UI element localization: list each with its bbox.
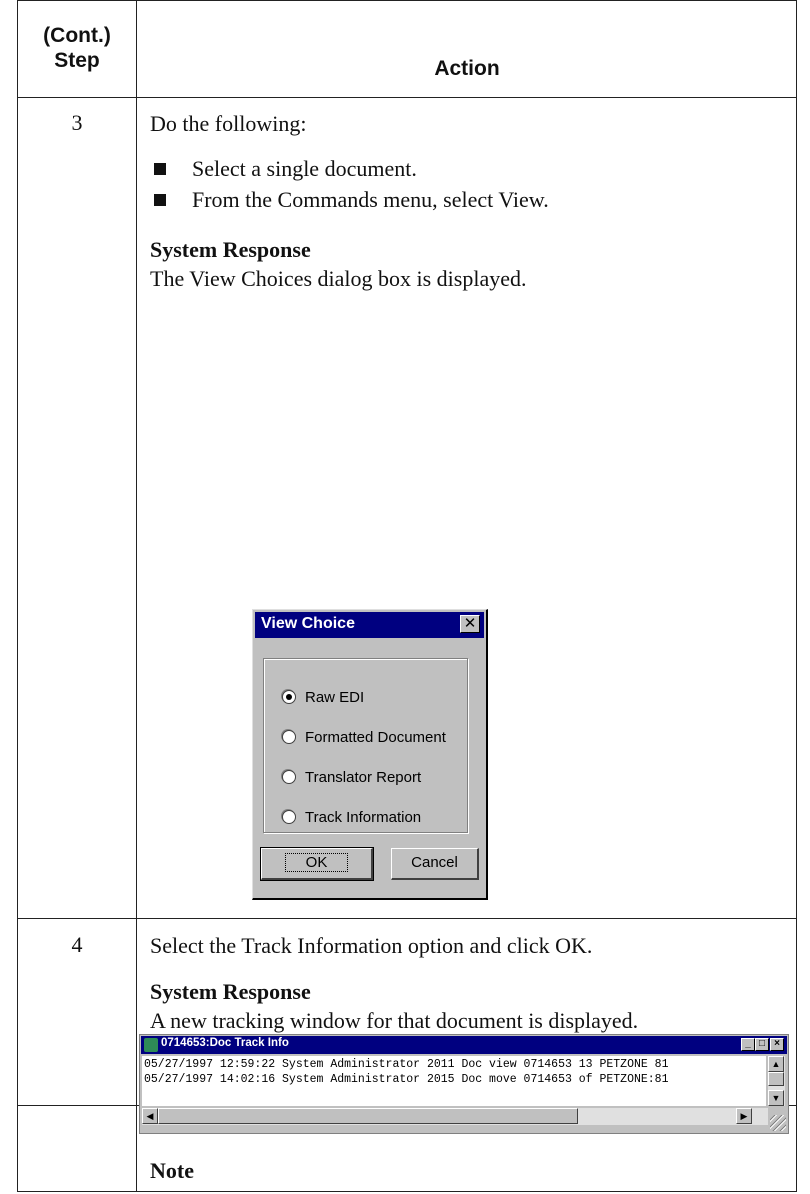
action-header: Action [434,57,500,80]
vertical-scrollbar[interactable]: ▲ ▼ [768,1056,785,1106]
radio-icon[interactable] [282,730,296,744]
bullet-icon [154,163,166,175]
system-response-label: System Response [150,237,311,262]
radio-selected-icon[interactable] [282,690,296,704]
system-response-label: System Response [150,979,311,1004]
scroll-thumb[interactable] [158,1108,578,1124]
scroll-up-icon[interactable]: ▲ [768,1056,784,1072]
radio-formatted-document[interactable]: Formatted Document [282,729,446,746]
bullet-icon [154,194,166,206]
track-info-window: 0714653:Doc Track Info _ □ × 05/27/1997 … [139,1034,789,1134]
step-intro: Select the Track Information option and … [150,933,593,958]
scroll-thumb[interactable] [768,1072,784,1086]
maximize-icon[interactable]: □ [755,1038,769,1051]
track-log: 05/27/1997 12:59:22 System Administrator… [142,1056,766,1106]
system-response-text: A new tracking window for that document … [150,1008,639,1033]
bullet-item: Select a single document. [192,156,417,181]
minimize-icon[interactable]: _ [741,1038,755,1051]
procedure-table: (Cont.) Step Action 3 Do the following: … [17,0,797,1192]
window-title: 0714653:Doc Track Info [161,1037,289,1049]
window-title-bar[interactable]: 0714653:Doc Track Info _ □ × [141,1036,787,1054]
row-divider [18,97,796,98]
close-icon[interactable]: ✕ [460,615,480,633]
step-number: 3 [71,110,83,135]
close-icon[interactable]: × [770,1038,784,1051]
resize-grip-icon[interactable] [770,1115,786,1131]
app-icon [144,1038,158,1052]
horizontal-scrollbar[interactable]: ◀ ▶ [142,1108,768,1125]
dialog-title: View Choice [261,615,355,632]
radio-translator-report[interactable]: Translator Report [282,769,421,786]
ok-button[interactable]: OK [260,847,374,881]
note-label: Note [150,1158,194,1183]
radio-raw-edi[interactable]: Raw EDI [282,689,364,706]
view-options-group: Raw EDI Formatted Document Translator Re… [263,658,468,833]
system-response-text: The View Choices dialog box is displayed… [150,266,527,291]
step-intro: Do the following: [150,111,307,136]
table-top-border [18,0,796,1]
cancel-button[interactable]: Cancel [391,848,479,880]
dialog-title-bar[interactable]: View Choice ✕ [255,612,484,638]
radio-icon[interactable] [282,770,296,784]
scroll-right-icon[interactable]: ▶ [736,1108,752,1124]
track-entry[interactable]: 05/27/1997 12:59:22 System Administrator… [144,1058,669,1071]
scroll-left-icon[interactable]: ◀ [142,1108,158,1124]
radio-track-information[interactable]: Track Information [282,809,421,826]
bullet-item: From the Commands menu, select View. [192,187,549,212]
step-number: 4 [71,932,83,957]
row-divider [18,918,796,919]
step-header: (Cont.) Step [43,24,111,72]
track-entry[interactable]: 05/27/1997 14:02:16 System Administrator… [144,1073,669,1086]
radio-icon[interactable] [282,810,296,824]
scroll-down-icon[interactable]: ▼ [768,1090,784,1106]
view-choice-dialog: View Choice ✕ Raw EDI Formatted Document… [252,609,488,900]
column-divider [136,0,137,1191]
